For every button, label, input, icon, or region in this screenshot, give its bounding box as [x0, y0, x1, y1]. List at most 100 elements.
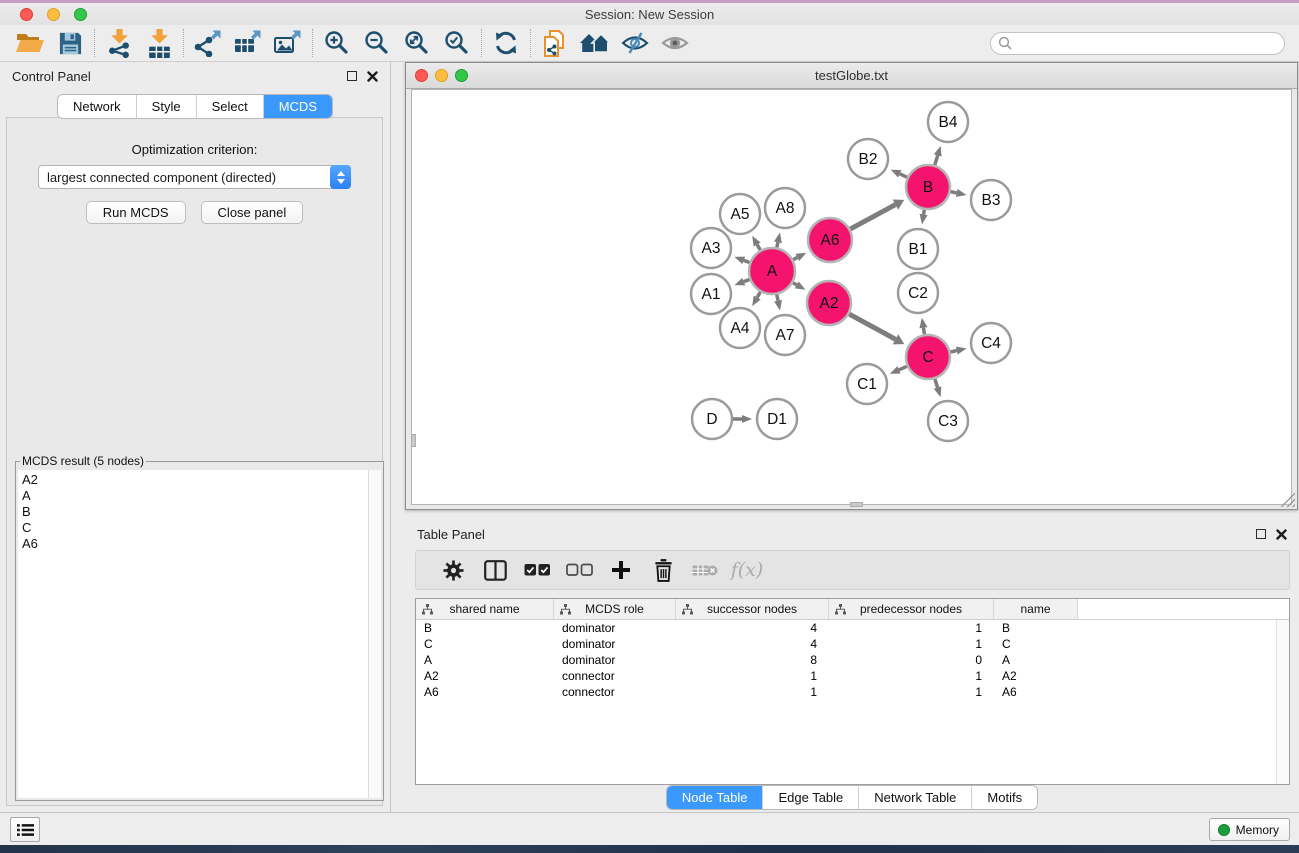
float-panel-icon[interactable] — [347, 71, 357, 81]
delete-column-icon[interactable] — [642, 559, 684, 582]
graph-edge[interactable] — [744, 260, 750, 262]
float-table-panel-icon[interactable] — [1256, 529, 1266, 539]
graph-edge[interactable] — [935, 155, 938, 165]
table-cell[interactable]: 1 — [676, 668, 829, 684]
table-settings-icon[interactable] — [432, 560, 474, 581]
table-cell[interactable]: A — [994, 652, 1078, 668]
graph-edge[interactable] — [924, 210, 925, 215]
hide-panels-icon[interactable] — [615, 27, 655, 59]
graph-edge[interactable] — [900, 174, 907, 177]
zoom-in-icon[interactable] — [317, 27, 357, 59]
import-network-icon[interactable] — [99, 27, 139, 59]
table-cell[interactable] — [1078, 636, 1289, 652]
network-zoom-button[interactable] — [455, 69, 468, 82]
network-minimize-button[interactable] — [435, 69, 448, 82]
mcds-result-item[interactable]: B — [22, 504, 368, 520]
table-cell[interactable]: A2 — [416, 668, 554, 684]
table-cell[interactable] — [1078, 652, 1289, 668]
table-cell[interactable]: 4 — [676, 620, 829, 636]
export-network-icon[interactable] — [188, 27, 228, 59]
column-header-predecessor-nodes[interactable]: predecessor nodes — [829, 599, 994, 619]
table-row[interactable]: A2connector11A2 — [416, 668, 1289, 684]
graph-edge[interactable] — [935, 379, 938, 388]
column-header-name[interactable]: name — [994, 599, 1078, 619]
canvas-hscroll-nub[interactable] — [850, 502, 863, 507]
tab-motifs[interactable]: Motifs — [972, 786, 1037, 809]
table-scrollbar[interactable] — [1276, 620, 1289, 784]
import-table-icon[interactable] — [139, 27, 179, 59]
table-cell[interactable]: 1 — [829, 668, 994, 684]
table-cell[interactable]: A — [416, 652, 554, 668]
table-cell[interactable]: dominator — [554, 620, 676, 636]
task-history-button[interactable] — [10, 817, 40, 842]
table-cell[interactable]: A6 — [416, 684, 554, 700]
close-panel-icon[interactable] — [367, 71, 378, 82]
search-input[interactable] — [990, 32, 1285, 55]
mcds-result-item[interactable]: A2 — [22, 472, 368, 488]
select-all-icon[interactable] — [516, 563, 558, 577]
close-window-button[interactable] — [20, 8, 33, 21]
tab-mcds[interactable]: MCDS — [264, 95, 332, 118]
column-header-successor-nodes[interactable]: successor nodes — [676, 599, 829, 619]
tab-select[interactable]: Select — [197, 95, 264, 118]
window-resize-grip[interactable] — [1281, 493, 1295, 507]
graph-edge[interactable] — [849, 314, 895, 339]
mcds-result-item[interactable]: A — [22, 488, 368, 504]
graph-edge[interactable] — [793, 257, 797, 259]
open-session-icon[interactable] — [10, 27, 50, 59]
tab-network-table[interactable]: Network Table — [859, 786, 972, 809]
zoom-selected-icon[interactable] — [437, 27, 477, 59]
graph-edge[interactable] — [757, 292, 760, 298]
home-icon[interactable] — [575, 27, 615, 59]
close-panel-button[interactable]: Close panel — [201, 201, 304, 224]
show-panels-icon[interactable] — [655, 27, 695, 59]
table-cell[interactable]: C — [994, 636, 1078, 652]
network-graph[interactable]: B4B2BB3A8A5A6A3B1AA1C2A2A4A7C4CC1C3DD1 — [412, 90, 1293, 506]
clone-network-icon[interactable] — [535, 27, 575, 59]
deselect-all-icon[interactable] — [558, 563, 600, 577]
table-cell[interactable]: A2 — [994, 668, 1078, 684]
export-image-icon[interactable] — [268, 27, 308, 59]
network-window-titlebar[interactable]: testGlobe.txt — [406, 63, 1297, 89]
table-cell[interactable]: 1 — [829, 636, 994, 652]
table-cell[interactable]: 8 — [676, 652, 829, 668]
close-table-panel-icon[interactable] — [1276, 529, 1287, 540]
export-table-icon[interactable] — [228, 27, 268, 59]
graph-edge[interactable] — [951, 192, 957, 193]
table-cell[interactable]: 1 — [676, 684, 829, 700]
table-cell[interactable]: 0 — [829, 652, 994, 668]
add-column-icon[interactable] — [600, 560, 642, 580]
table-row[interactable]: Adominator80A — [416, 652, 1289, 668]
zoom-out-icon[interactable] — [357, 27, 397, 59]
zoom-fit-icon[interactable] — [397, 27, 437, 59]
graph-edge[interactable] — [923, 328, 924, 335]
graph-edge[interactable] — [777, 242, 778, 247]
minimize-window-button[interactable] — [47, 8, 60, 21]
table-cell[interactable] — [1078, 684, 1289, 700]
result-scrollbar[interactable] — [368, 470, 381, 798]
canvas-vscroll-nub[interactable] — [411, 434, 416, 447]
mcds-result-item[interactable]: A6 — [22, 536, 368, 552]
column-header-shared-name[interactable]: shared name — [416, 599, 554, 619]
refresh-icon[interactable] — [486, 27, 526, 59]
run-mcds-button[interactable]: Run MCDS — [86, 201, 186, 224]
tab-edge-table[interactable]: Edge Table — [763, 786, 859, 809]
split-view-icon[interactable] — [474, 560, 516, 581]
graph-edge[interactable] — [777, 295, 778, 301]
zoom-window-button[interactable] — [74, 8, 87, 21]
table-cell[interactable]: dominator — [554, 652, 676, 668]
column-header-mcds-role[interactable]: MCDS role — [554, 599, 676, 619]
table-cell[interactable]: B — [416, 620, 554, 636]
destroy-table-icon[interactable] — [684, 563, 726, 578]
save-session-icon[interactable] — [50, 27, 90, 59]
graph-edge[interactable] — [757, 245, 760, 251]
table-row[interactable]: Cdominator41C — [416, 636, 1289, 652]
table-cell[interactable] — [1078, 668, 1289, 684]
graph-edge[interactable] — [899, 366, 907, 370]
memory-button[interactable]: Memory — [1209, 818, 1290, 841]
table-cell[interactable]: 4 — [676, 636, 829, 652]
graph-edge[interactable] — [950, 351, 956, 352]
table-row[interactable]: Bdominator41B — [416, 620, 1289, 636]
criterion-dropdown[interactable]: largest connected component (directed) — [38, 165, 351, 189]
table-cell[interactable]: connector — [554, 684, 676, 700]
